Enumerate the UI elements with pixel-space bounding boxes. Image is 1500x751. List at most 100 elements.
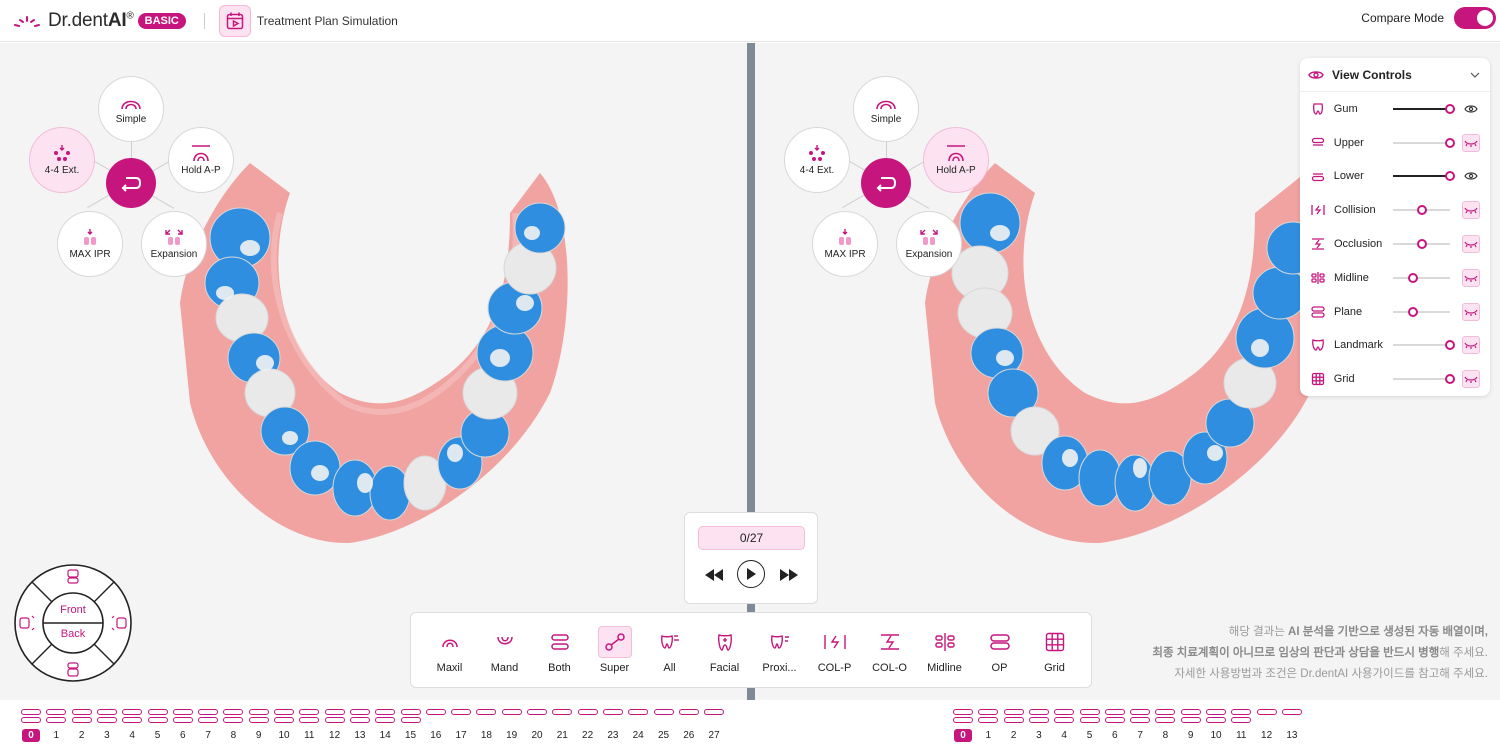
toolbar-op-button[interactable]: OP: [972, 619, 1027, 681]
toolbar-midline-button[interactable]: Midline: [917, 619, 972, 681]
compare-mode-toggle[interactable]: [1454, 7, 1496, 29]
timeline-step[interactable]: 12: [1256, 709, 1278, 743]
toolbar-maxil-button[interactable]: Maxil: [422, 619, 477, 681]
timeline-step[interactable]: 3: [96, 709, 118, 743]
eye-closed-icon[interactable]: [1462, 268, 1480, 287]
slider-handle[interactable]: [1445, 103, 1456, 114]
mode-44-ext[interactable]: 4-4 Ext.: [784, 127, 850, 193]
mode-expansion[interactable]: Expansion: [896, 211, 962, 277]
eye-closed-icon[interactable]: [1462, 302, 1480, 321]
timeline-step[interactable]: 0: [20, 709, 42, 743]
timeline-step[interactable]: 20: [526, 709, 548, 743]
opacity-slider[interactable]: [1393, 103, 1456, 114]
timeline-step[interactable]: 1: [977, 709, 999, 743]
slider-handle[interactable]: [1445, 137, 1456, 148]
slider-handle[interactable]: [1445, 171, 1456, 182]
mode-max-ipr[interactable]: MAX IPR: [812, 211, 878, 277]
mode-expansion[interactable]: Expansion: [141, 211, 207, 277]
slider-handle[interactable]: [1408, 272, 1419, 283]
timeline-step[interactable]: 6: [1104, 709, 1126, 743]
timeline-step[interactable]: 14: [374, 709, 396, 743]
timeline-step[interactable]: 9: [248, 709, 270, 743]
eye-closed-icon[interactable]: [1462, 201, 1480, 220]
toolbar-proxi-button[interactable]: Proxi...: [752, 619, 807, 681]
toolbar-col-o-button[interactable]: COL-O: [862, 619, 917, 681]
timeline-step[interactable]: 13: [1281, 709, 1303, 743]
timeline-step[interactable]: 19: [501, 709, 523, 743]
timeline-step[interactable]: 5: [1079, 709, 1101, 743]
timeline-step[interactable]: 22: [577, 709, 599, 743]
toolbar-grid-button[interactable]: Grid: [1027, 619, 1082, 681]
timeline-step[interactable]: 10: [1205, 709, 1227, 743]
opacity-slider[interactable]: [1393, 171, 1456, 182]
timeline-step[interactable]: 1: [45, 709, 67, 743]
slider-handle[interactable]: [1416, 239, 1427, 250]
mode-simple[interactable]: Simple: [98, 76, 164, 142]
timeline-step[interactable]: 17: [450, 709, 472, 743]
timeline-step[interactable]: 18: [475, 709, 497, 743]
mode-simple[interactable]: Simple: [853, 76, 919, 142]
timeline-step[interactable]: 3: [1028, 709, 1050, 743]
opacity-slider[interactable]: [1393, 272, 1451, 283]
timeline-step[interactable]: 26: [678, 709, 700, 743]
eye-closed-icon[interactable]: [1462, 336, 1480, 355]
timeline-step[interactable]: 2: [1003, 709, 1025, 743]
eye-icon[interactable]: [1462, 167, 1480, 185]
opacity-slider[interactable]: [1393, 340, 1456, 351]
chevron-down-icon[interactable]: [1470, 72, 1480, 78]
timeline-step[interactable]: 16: [425, 709, 447, 743]
toolbar-both-button[interactable]: Both: [532, 619, 587, 681]
timeline-step[interactable]: 0: [952, 709, 974, 743]
timeline-step[interactable]: 24: [627, 709, 649, 743]
slider-handle[interactable]: [1408, 306, 1419, 317]
mode-44-ext[interactable]: 4-4 Ext.: [29, 127, 95, 193]
slider-handle[interactable]: [1445, 374, 1456, 385]
mode-center-button[interactable]: [106, 158, 156, 208]
timeline-step[interactable]: 7: [197, 709, 219, 743]
opacity-slider[interactable]: [1393, 374, 1456, 385]
timeline-step[interactable]: 2: [71, 709, 93, 743]
play-button[interactable]: [737, 560, 765, 588]
timeline-step[interactable]: 11: [1230, 709, 1252, 743]
opacity-slider[interactable]: [1393, 137, 1456, 148]
rewind-button[interactable]: [703, 566, 725, 584]
timeline-step[interactable]: 6: [172, 709, 194, 743]
eye-icon[interactable]: [1462, 100, 1480, 118]
timeline-step[interactable]: 23: [602, 709, 624, 743]
camera-view-wheel[interactable]: Front Back: [13, 563, 133, 683]
toolbar-mand-button[interactable]: Mand: [477, 619, 532, 681]
fast-forward-button[interactable]: [778, 566, 800, 584]
eye-closed-icon[interactable]: [1462, 235, 1480, 254]
toolbar-all-button[interactable]: All: [642, 619, 697, 681]
timeline-step[interactable]: 4: [1053, 709, 1075, 743]
eye-closed-icon[interactable]: [1462, 370, 1480, 389]
eye-closed-icon[interactable]: [1462, 133, 1480, 152]
timeline-step[interactable]: 21: [551, 709, 573, 743]
simulation-icon[interactable]: [218, 4, 251, 37]
front-view-button[interactable]: Front: [43, 604, 103, 616]
slider-handle[interactable]: [1416, 205, 1427, 216]
timeline-step[interactable]: 27: [703, 709, 725, 743]
timeline-step[interactable]: 5: [147, 709, 169, 743]
toolbar-facial-button[interactable]: Facial: [697, 619, 752, 681]
timeline-step[interactable]: 25: [653, 709, 675, 743]
mode-hold-ap[interactable]: Hold A-P: [923, 127, 989, 193]
opacity-slider[interactable]: [1393, 205, 1451, 216]
opacity-slider[interactable]: [1393, 239, 1451, 250]
timeline-step[interactable]: 11: [298, 709, 320, 743]
timeline-step[interactable]: 8: [1154, 709, 1176, 743]
timeline-step[interactable]: 8: [222, 709, 244, 743]
opacity-slider[interactable]: [1393, 306, 1451, 317]
timeline-step[interactable]: 7: [1129, 709, 1151, 743]
timeline-step[interactable]: 13: [349, 709, 371, 743]
timeline-step[interactable]: 12: [324, 709, 346, 743]
timeline-step[interactable]: 4: [121, 709, 143, 743]
view-controls-header[interactable]: View Controls: [1300, 58, 1490, 92]
toolbar-super-button[interactable]: Super: [587, 619, 642, 681]
mode-center-button[interactable]: [861, 158, 911, 208]
slider-handle[interactable]: [1445, 340, 1456, 351]
back-view-button[interactable]: Back: [43, 628, 103, 640]
timeline-step[interactable]: 15: [400, 709, 422, 743]
timeline-step[interactable]: 9: [1180, 709, 1202, 743]
mode-max-ipr[interactable]: MAX IPR: [57, 211, 123, 277]
